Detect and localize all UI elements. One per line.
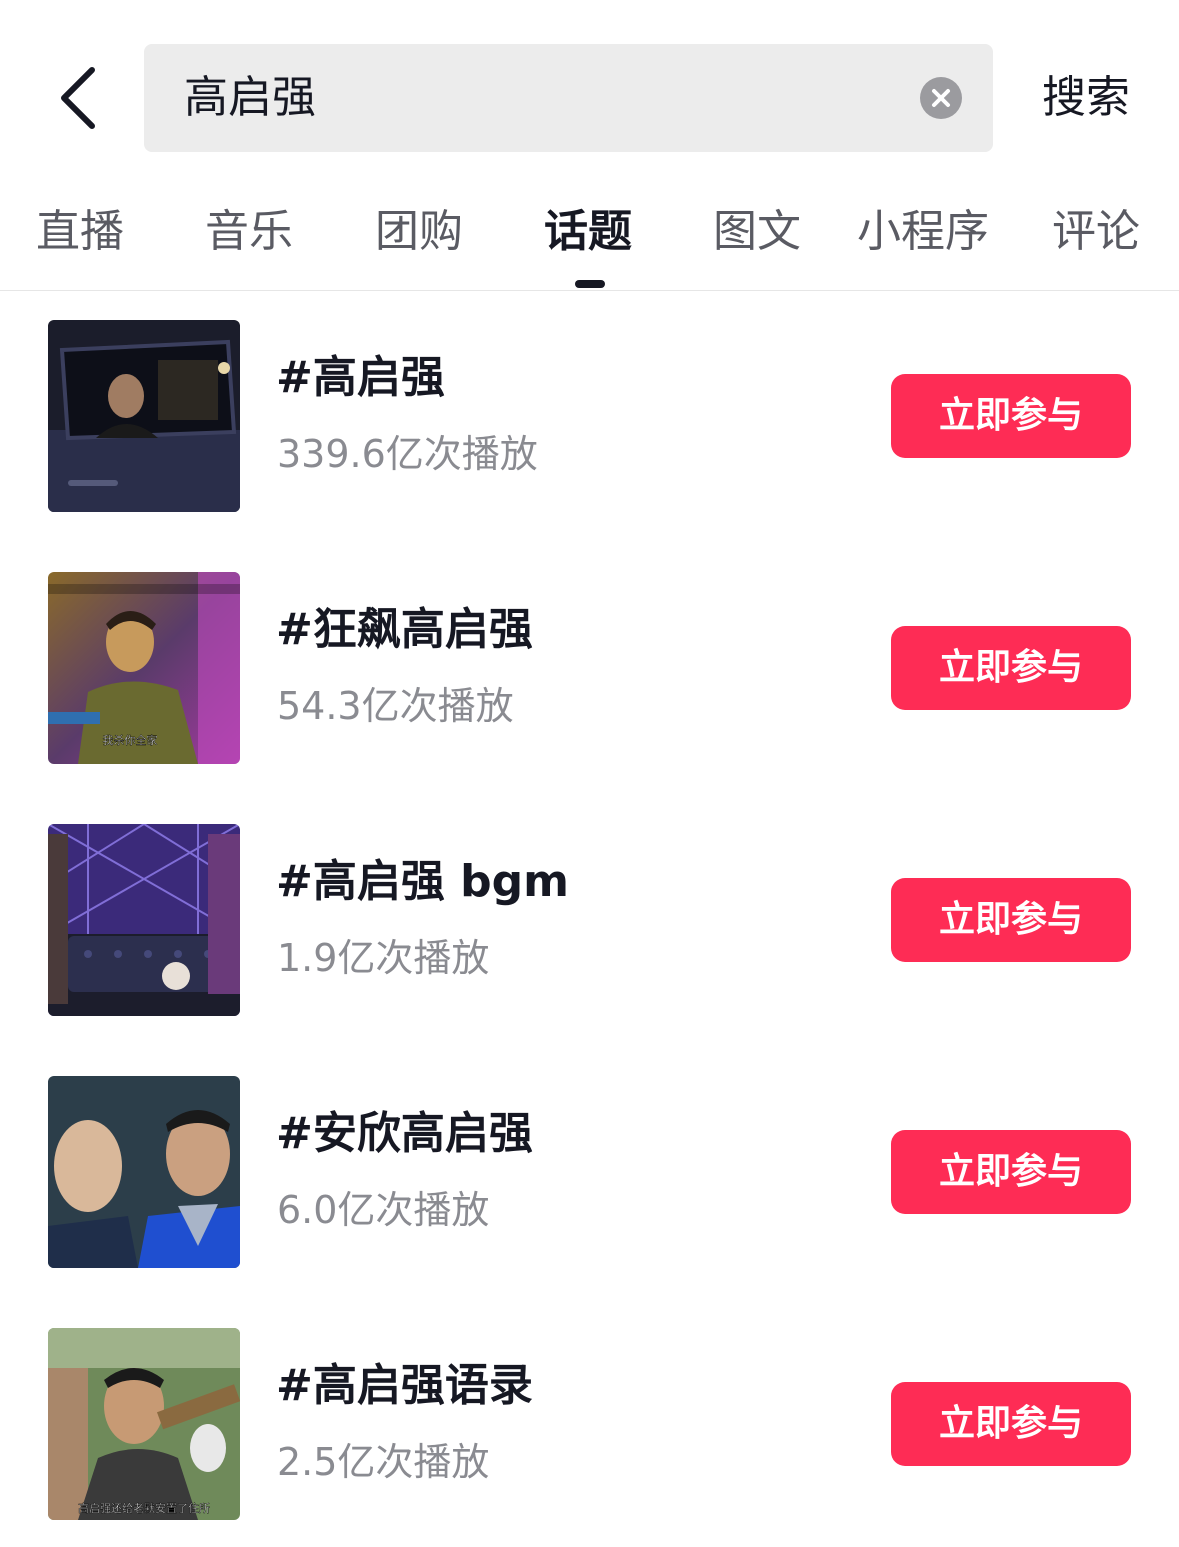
thumbnail-caption: 高启强还给老默安置了住所 — [78, 1501, 210, 1515]
search-category-tabs: 直播 音乐 团购 话题 图文 小程序 评论 — [0, 180, 1179, 291]
tab-group-buy[interactable]: 团购 — [375, 202, 463, 262]
topic-thumbnail[interactable] — [48, 320, 240, 512]
tab-image-text[interactable]: 图文 — [713, 202, 801, 262]
top-bar: 高启强 搜索 — [0, 0, 1179, 180]
topic-title[interactable]: #安欣高启强 — [276, 1106, 533, 1162]
join-topic-button[interactable]: 立即参与 — [891, 626, 1131, 710]
topic-row[interactable]: 高启强还给老默安置了住所 #高启强语录 2.5亿次播放 立即参与 — [0, 1328, 1179, 1520]
tab-topics[interactable]: 话题 — [544, 202, 632, 262]
topic-play-count: 6.0亿次播放 — [277, 1188, 490, 1232]
topic-title[interactable]: #高启强 bgm — [276, 854, 569, 910]
search-input[interactable]: 高启强 — [144, 44, 993, 152]
join-topic-button[interactable]: 立即参与 — [891, 878, 1131, 962]
topic-title[interactable]: #高启强 — [276, 350, 445, 406]
topic-thumbnail[interactable]: 我杀你全家 — [48, 572, 240, 764]
clear-search-icon[interactable] — [920, 77, 962, 119]
topic-title[interactable]: #狂飙高启强 — [276, 602, 533, 658]
search-button[interactable]: 搜索 — [1042, 70, 1130, 126]
topic-play-count: 2.5亿次播放 — [277, 1440, 490, 1484]
join-topic-button[interactable]: 立即参与 — [891, 374, 1131, 458]
back-arrow-icon[interactable] — [48, 58, 112, 138]
topic-row[interactable]: #高启强 bgm 1.9亿次播放 立即参与 — [0, 824, 1179, 1016]
topic-title[interactable]: #高启强语录 — [276, 1358, 533, 1414]
active-tab-indicator — [575, 280, 605, 288]
search-query-text[interactable]: 高启强 — [184, 70, 316, 126]
topic-row[interactable]: #安欣高启强 6.0亿次播放 立即参与 — [0, 1076, 1179, 1268]
tab-live[interactable]: 直播 — [36, 202, 124, 262]
topic-row[interactable]: #高启强 339.6亿次播放 立即参与 — [0, 320, 1179, 512]
topic-thumbnail[interactable] — [48, 1076, 240, 1268]
tab-comments[interactable]: 评论 — [1052, 202, 1140, 262]
topic-thumbnail[interactable] — [48, 824, 240, 1016]
tab-mini-programs[interactable]: 小程序 — [857, 202, 989, 262]
tab-music[interactable]: 音乐 — [205, 202, 293, 262]
topic-play-count: 339.6亿次播放 — [277, 432, 538, 476]
join-topic-button[interactable]: 立即参与 — [891, 1382, 1131, 1466]
topic-play-count: 1.9亿次播放 — [277, 936, 490, 980]
thumbnail-caption: 我杀你全家 — [103, 733, 158, 747]
topic-play-count: 54.3亿次播放 — [277, 684, 514, 728]
topic-row[interactable]: 我杀你全家 #狂飙高启强 54.3亿次播放 立即参与 — [0, 572, 1179, 764]
topic-thumbnail[interactable]: 高启强还给老默安置了住所 — [48, 1328, 240, 1520]
join-topic-button[interactable]: 立即参与 — [891, 1130, 1131, 1214]
